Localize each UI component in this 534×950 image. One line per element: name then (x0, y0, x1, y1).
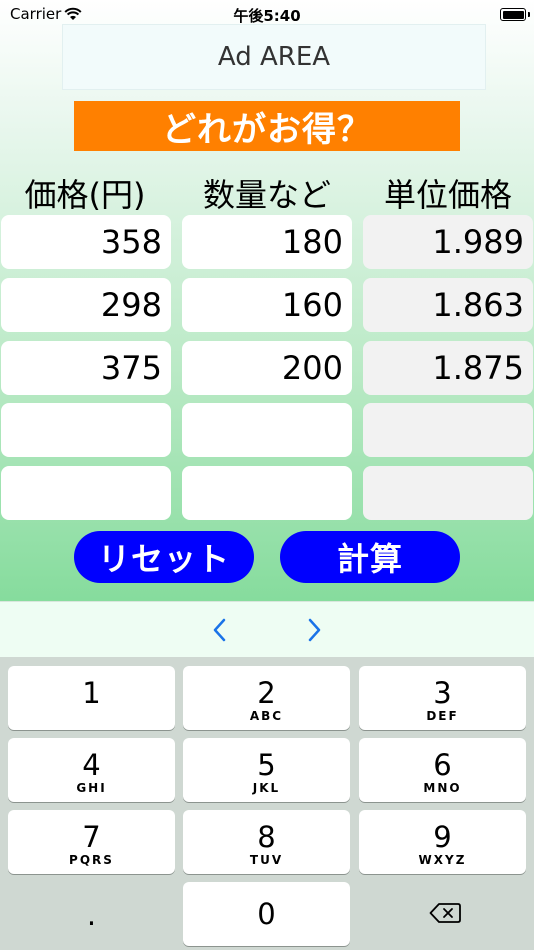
unit-price-output-5 (363, 466, 533, 520)
quantity-input-5[interactable] (182, 466, 352, 520)
key-digit: 3 (433, 676, 452, 710)
key-digit: 4 (82, 748, 101, 782)
reset-button[interactable]: リセット (74, 531, 254, 583)
key-digit: 7 (82, 820, 101, 854)
key-digit: 9 (433, 820, 452, 854)
header-price: 価格(円) (24, 176, 146, 214)
key-decimal[interactable]: . (8, 882, 175, 946)
key-9[interactable]: 9 WXYZ (359, 810, 526, 874)
numeric-keypad: 1 2 ABC 3 DEF 4 GHI 5 JKL 6 MNO 7 PQRS 8… (0, 657, 534, 950)
ad-banner[interactable]: Ad AREA (62, 24, 486, 90)
delete-key[interactable] (359, 882, 526, 946)
key-2[interactable]: 2 ABC (183, 666, 350, 730)
key-8[interactable]: 8 TUV (183, 810, 350, 874)
quantity-input-2[interactable]: 160 (182, 278, 352, 332)
quantity-input-3[interactable]: 200 (182, 341, 352, 395)
reset-button-label: リセット (97, 540, 230, 578)
key-letters: ABC (249, 709, 284, 723)
key-6[interactable]: 6 MNO (359, 738, 526, 802)
key-digit: 5 (257, 748, 276, 782)
delete-backspace-icon (429, 902, 461, 928)
key-digit: 1 (82, 676, 101, 710)
key-letters: JKL (252, 781, 281, 795)
key-7[interactable]: 7 PQRS (8, 810, 175, 874)
status-time: 午後5:40 (233, 7, 301, 25)
key-3[interactable]: 3 DEF (359, 666, 526, 730)
unit-price-output-2: 1.863 (363, 278, 533, 332)
unit-price-output-3: 1.875 (363, 341, 533, 395)
ad-label: Ad AREA (217, 42, 331, 72)
calculate-button[interactable]: 計算 (280, 531, 460, 583)
battery-icon (500, 8, 530, 21)
chevron-right-icon[interactable] (304, 616, 324, 644)
key-letters: MNO (423, 781, 462, 795)
key-digit: 8 (257, 820, 276, 854)
price-input-4[interactable] (1, 403, 171, 457)
price-input-5[interactable] (1, 466, 171, 520)
key-digit: . (86, 898, 97, 932)
key-digit: 0 (257, 897, 276, 931)
chevron-left-icon[interactable] (210, 616, 230, 644)
key-digit: 6 (433, 748, 452, 782)
unit-price-output-1: 1.989 (363, 215, 533, 269)
key-letters: TUV (249, 853, 284, 867)
key-letters: GHI (76, 781, 107, 795)
price-input-3[interactable]: 375 (1, 341, 171, 395)
unit-price-output-4 (363, 403, 533, 457)
key-letters: WXYZ (418, 853, 467, 867)
key-4[interactable]: 4 GHI (8, 738, 175, 802)
price-input-2[interactable]: 298 (1, 278, 171, 332)
header-unit-price: 単位価格 (383, 176, 512, 214)
key-letters: PQRS (69, 853, 114, 867)
calculate-button-label: 計算 (336, 540, 403, 578)
key-0[interactable]: 0 (183, 882, 350, 946)
key-1[interactable]: 1 (8, 666, 175, 730)
key-digit: 2 (257, 676, 276, 710)
header-quantity: 数量など (202, 176, 331, 214)
quantity-input-1[interactable]: 180 (182, 215, 352, 269)
page-title: どれがお得？ (74, 101, 460, 151)
quantity-input-4[interactable] (182, 403, 352, 457)
keyboard-accessory-bar (0, 601, 534, 658)
key-5[interactable]: 5 JKL (183, 738, 350, 802)
price-input-1[interactable]: 358 (1, 215, 171, 269)
key-letters: DEF (426, 709, 459, 723)
